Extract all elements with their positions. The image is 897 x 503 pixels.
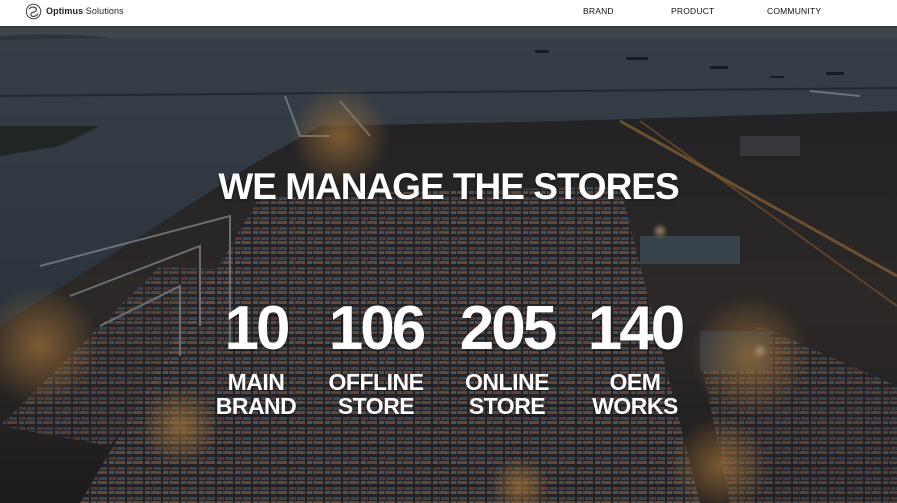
- dark-overlay: [0, 26, 897, 503]
- top-navbar: Optimus Solutions BRAND PRODUCT COMMUNIT…: [0, 0, 897, 26]
- stat-label: OEM WORKS: [560, 370, 710, 418]
- swirl-logo-icon: [25, 3, 42, 19]
- stat-number: 140: [587, 294, 685, 363]
- stat-offline-store: 106 OFFLINE STORE: [301, 294, 451, 418]
- stat-number: 106: [328, 294, 426, 363]
- stat-label-line: WORKS: [592, 393, 678, 419]
- hero-section: WE MANAGE THE STORES 10 MAIN BRAND 106 O…: [0, 26, 897, 503]
- nav-link-product[interactable]: PRODUCT: [671, 6, 714, 16]
- nav-link-brand[interactable]: BRAND: [583, 6, 614, 16]
- nav-link-community[interactable]: COMMUNITY: [767, 6, 821, 16]
- stat-label-line: OEM: [609, 369, 661, 395]
- stat-label-line: OFFLINE: [328, 369, 424, 395]
- hero-headline: WE MANAGE THE STORES: [218, 166, 679, 207]
- logo-text-bold: Optimus: [46, 6, 84, 16]
- stat-label-line: STORE: [337, 393, 415, 419]
- stat-label: OFFLINE STORE: [301, 370, 451, 418]
- logo-text: Optimus Solutions: [46, 6, 124, 16]
- stat-oem-works: 140 OEM WORKS: [560, 294, 710, 418]
- logo-text-rest: Solutions: [83, 6, 124, 16]
- brand-logo[interactable]: Optimus Solutions: [25, 2, 124, 20]
